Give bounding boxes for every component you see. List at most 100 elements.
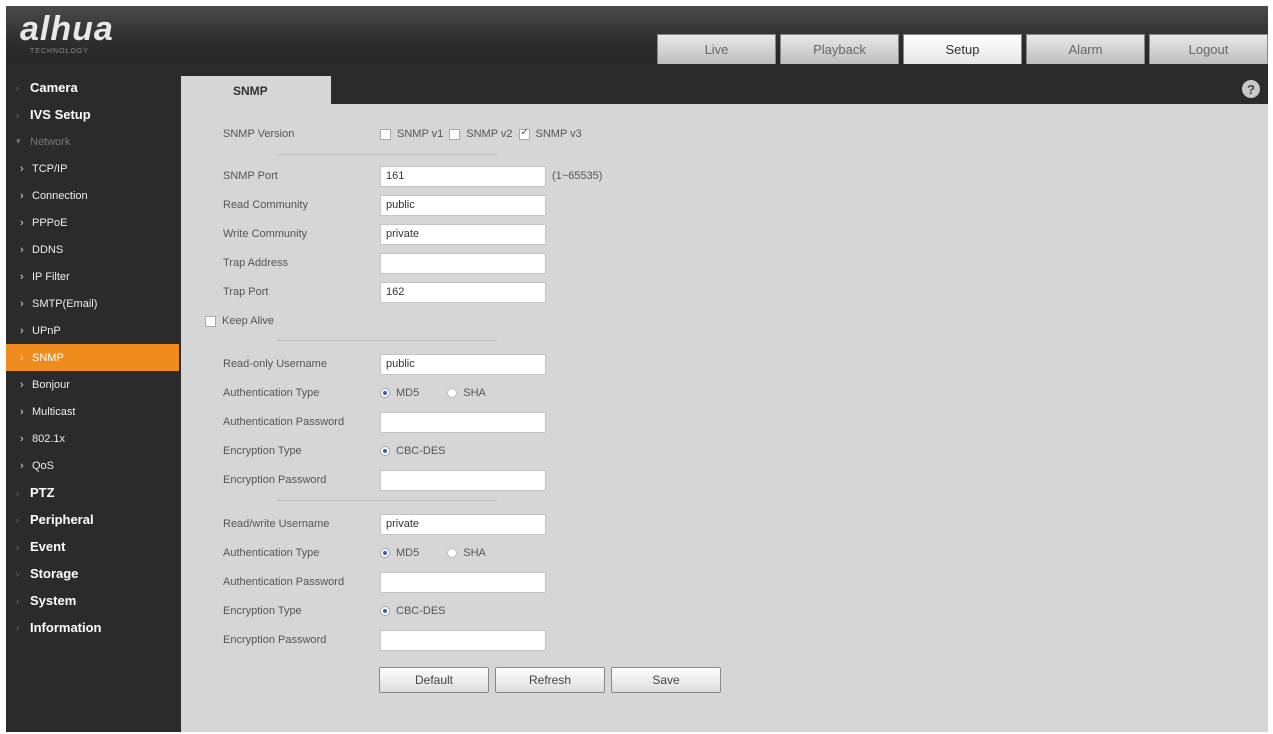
- sidebar-item-pppoe[interactable]: › PPPoE: [6, 209, 181, 236]
- action-buttons: Default Refresh Save: [379, 667, 721, 693]
- readwrite-auth-password-row: Authentication Password: [223, 571, 546, 593]
- tab-setup[interactable]: Setup: [903, 34, 1022, 64]
- main-panel: SNMP ? SNMP Version SNMP v1 SNMP v2 SNMP…: [181, 74, 1268, 732]
- readonly-enc-type-label: Encryption Type: [223, 445, 302, 457]
- snmp-port-row: SNMP Port 161 (1~65535): [223, 165, 602, 187]
- readwrite-enc-type-label: Encryption Type: [223, 605, 302, 617]
- refresh-button[interactable]: Refresh: [495, 667, 605, 693]
- trap-port-row: Trap Port 162: [223, 281, 546, 303]
- snmp-version-row: SNMP Version SNMP v1 SNMP v2 SNMP v3: [223, 123, 588, 145]
- readwrite-enc-password-input[interactable]: [380, 629, 546, 651]
- chevron-right-icon: ›: [20, 351, 24, 364]
- sidebar-item-bonjour[interactable]: › Bonjour: [6, 371, 181, 398]
- readonly-cbc-des-radio[interactable]: [380, 446, 390, 456]
- bullet-icon: ›: [16, 541, 19, 552]
- snmp-v3-checkbox[interactable]: [518, 127, 530, 140]
- readonly-enc-type-row: Encryption Type CBC-DES: [223, 445, 446, 457]
- sidebar-item-8021x[interactable]: › 802.1x: [6, 425, 181, 452]
- bullet-icon: ›: [16, 82, 19, 93]
- write-community-row: Write Community private: [223, 223, 546, 245]
- sidebar-item-network[interactable]: ▾ Network: [6, 128, 181, 155]
- read-community-input[interactable]: public: [380, 194, 546, 216]
- chevron-right-icon: ›: [20, 324, 24, 337]
- readonly-md5-radio[interactable]: [380, 388, 390, 398]
- readwrite-md5-radio[interactable]: [380, 548, 390, 558]
- readonly-auth-password-label: Authentication Password: [223, 416, 345, 428]
- readwrite-username-input[interactable]: private: [380, 513, 546, 535]
- sidebar-item-tcpip[interactable]: › TCP/IP: [6, 155, 181, 182]
- tab-live[interactable]: Live: [657, 34, 776, 64]
- help-icon[interactable]: ?: [1242, 80, 1260, 98]
- snmp-v1-checkbox[interactable]: [380, 128, 391, 140]
- chevron-right-icon: ›: [20, 162, 24, 175]
- sidebar-item-ivs-setup[interactable]: › IVS Setup: [6, 101, 181, 128]
- sidebar-item-qos[interactable]: › QoS: [6, 452, 181, 479]
- write-community-input[interactable]: private: [380, 223, 546, 245]
- sidebar-item-ptz[interactable]: › PTZ: [6, 479, 181, 506]
- chevron-right-icon: ›: [20, 432, 24, 445]
- readonly-username-input[interactable]: public: [380, 353, 546, 375]
- chevron-right-icon: ›: [20, 297, 24, 310]
- readwrite-auth-password-label: Authentication Password: [223, 576, 345, 588]
- chevron-right-icon: ›: [20, 270, 24, 283]
- tab-snmp[interactable]: SNMP: [181, 76, 331, 106]
- divider: [277, 340, 497, 341]
- tab-alarm[interactable]: Alarm: [1026, 34, 1145, 64]
- sidebar-item-event[interactable]: › Event: [6, 533, 181, 560]
- readwrite-sha-radio[interactable]: [447, 548, 458, 558]
- sidebar-item-information[interactable]: › Information: [6, 614, 181, 641]
- sidebar-item-ip-filter[interactable]: › IP Filter: [6, 263, 181, 290]
- keep-alive-row: Keep Alive: [205, 310, 274, 332]
- readwrite-auth-password-input[interactable]: [380, 571, 546, 593]
- divider: [277, 154, 497, 155]
- chevron-right-icon: ›: [20, 243, 24, 256]
- bullet-icon: ›: [16, 109, 19, 120]
- sidebar-item-connection[interactable]: › Connection: [6, 182, 181, 209]
- sidebar-item-system[interactable]: › System: [6, 587, 181, 614]
- sidebar: › Camera › IVS Setup ▾ Network › TCP/IP › Con…: [6, 74, 181, 732]
- top-navigation: Live Playback Setup Alarm Logout: [657, 34, 1268, 64]
- header: alhua TECHNOLOGY Live Playback Setup Ala…: [6, 6, 1268, 64]
- readonly-enc-password-label: Encryption Password: [223, 474, 327, 486]
- bullet-icon: ›: [16, 568, 19, 579]
- sidebar-item-upnp[interactable]: › UPnP: [6, 317, 181, 344]
- trap-port-input[interactable]: 162: [380, 281, 546, 303]
- divider: [277, 500, 497, 501]
- trap-address-input[interactable]: [380, 252, 546, 274]
- readwrite-username-row: Read/write Username private: [223, 513, 546, 535]
- sidebar-item-snmp[interactable]: › SNMP: [6, 344, 179, 371]
- default-button[interactable]: Default: [379, 667, 489, 693]
- readonly-auth-password-input[interactable]: [380, 411, 546, 433]
- snmp-v2-checkbox[interactable]: [449, 128, 461, 140]
- keep-alive-checkbox[interactable]: [205, 315, 216, 327]
- readonly-username-label: Read-only Username: [223, 358, 327, 370]
- sidebar-item-smtp[interactable]: › SMTP(Email): [6, 290, 181, 317]
- chevron-right-icon: ›: [20, 189, 24, 202]
- write-community-label: Write Community: [223, 228, 308, 240]
- sidebar-item-peripheral[interactable]: › Peripheral: [6, 506, 181, 533]
- expanded-icon: ▾: [16, 136, 21, 146]
- sidebar-item-ddns[interactable]: › DDNS: [6, 236, 181, 263]
- readonly-auth-type-label: Authentication Type: [223, 387, 320, 399]
- sidebar-item-camera[interactable]: › Camera: [6, 74, 181, 101]
- readwrite-cbc-des-radio[interactable]: [380, 606, 390, 616]
- chevron-right-icon: ›: [20, 216, 24, 229]
- snmp-version-label: SNMP Version: [223, 128, 295, 140]
- sidebar-item-multicast[interactable]: › Multicast: [6, 398, 181, 425]
- keep-alive-label: Keep Alive: [222, 315, 274, 327]
- sidebar-item-storage[interactable]: › Storage: [6, 560, 181, 587]
- tab-logout[interactable]: Logout: [1149, 34, 1268, 64]
- readwrite-auth-type-label: Authentication Type: [223, 547, 320, 559]
- snmp-port-input[interactable]: 161: [380, 165, 546, 187]
- save-button[interactable]: Save: [611, 667, 721, 693]
- readonly-sha-radio[interactable]: [447, 388, 458, 398]
- snmp-port-label: SNMP Port: [223, 170, 278, 182]
- tab-playback[interactable]: Playback: [780, 34, 899, 64]
- app-frame: alhua TECHNOLOGY Live Playback Setup Ala…: [6, 6, 1268, 732]
- readonly-enc-password-input[interactable]: [380, 469, 546, 491]
- chevron-right-icon: ›: [20, 459, 24, 472]
- readwrite-auth-type-row: Authentication Type MD5 SHA: [223, 547, 486, 559]
- trap-address-row: Trap Address: [223, 252, 546, 274]
- readonly-auth-password-row: Authentication Password: [223, 411, 546, 433]
- readwrite-enc-type-row: Encryption Type CBC-DES: [223, 605, 446, 617]
